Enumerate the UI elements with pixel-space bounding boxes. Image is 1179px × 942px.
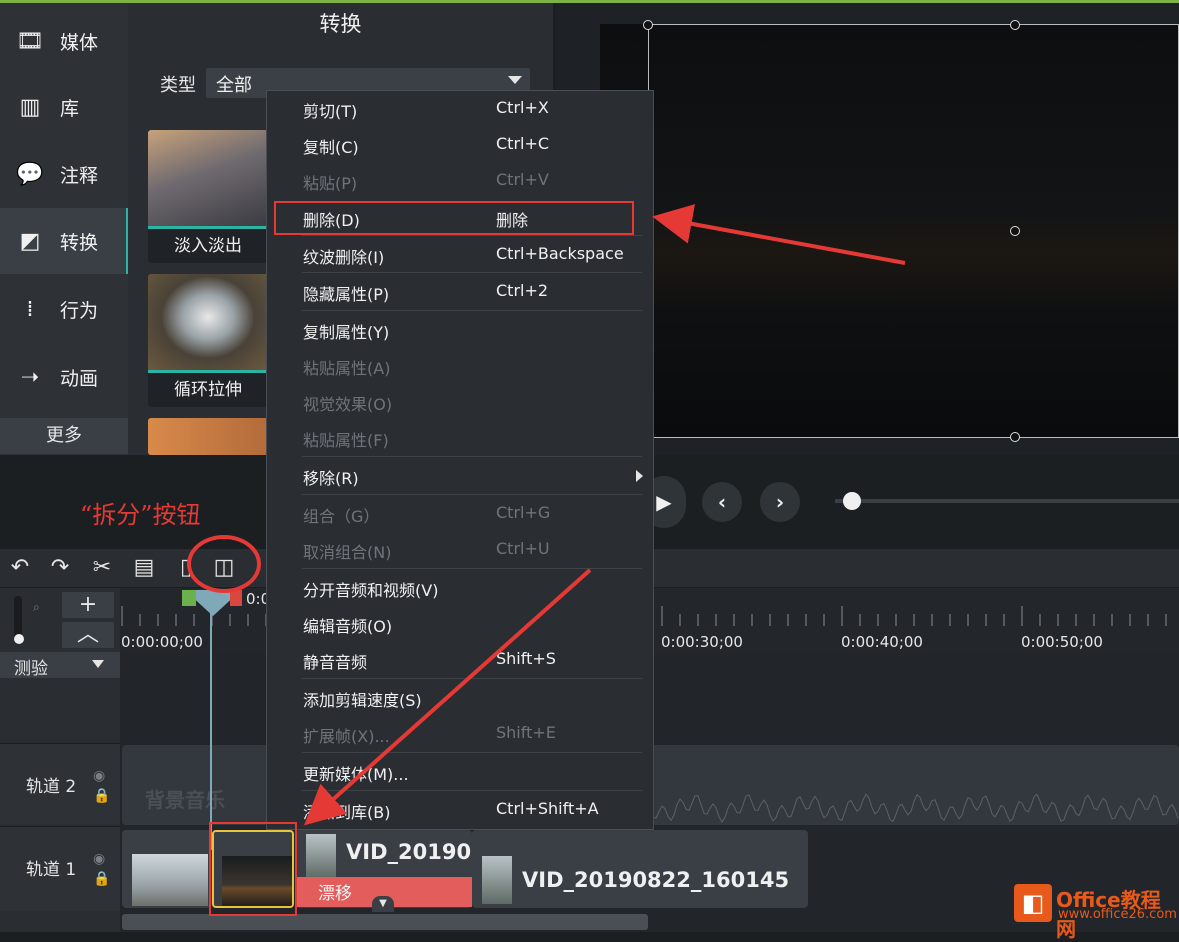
arrow-to-delete: [652, 204, 906, 265]
watermark-logo-icon: ◧: [1014, 884, 1052, 922]
arrow-to-add-library: [304, 568, 592, 826]
watermark-url: www.office26.com: [1058, 907, 1177, 922]
annotation-arrows: [304, 204, 906, 826]
